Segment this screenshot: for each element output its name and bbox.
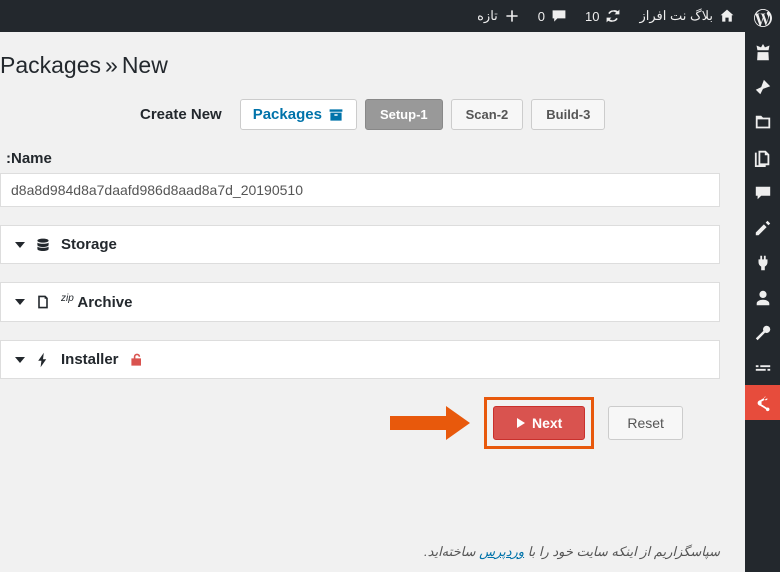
home-link[interactable]: بلاگ نت افراز: [639, 8, 735, 24]
section-archive[interactable]: zip Archive: [0, 282, 720, 322]
next-button[interactable]: Next: [493, 406, 585, 440]
section-storage[interactable]: Storage: [0, 225, 720, 264]
step-scan[interactable]: Scan-2: [451, 99, 524, 130]
reset-button[interactable]: Reset: [608, 406, 683, 440]
users-icon[interactable]: [745, 280, 780, 315]
site-name: بلاگ نت افراز: [639, 8, 713, 24]
wordpress-link[interactable]: وردپرس: [479, 544, 524, 559]
updates-count: 10: [585, 9, 599, 24]
new-link[interactable]: تازه: [477, 8, 520, 24]
step-build[interactable]: Build-3: [531, 99, 605, 130]
name-input[interactable]: d8a8d984d8a7daafd986d8aad8a7d_20190510: [0, 173, 720, 207]
pages-icon[interactable]: [745, 140, 780, 175]
share-icon[interactable]: [745, 385, 780, 420]
play-icon: [516, 418, 526, 428]
archive-icon: [328, 107, 344, 123]
comments-count: 0: [538, 9, 545, 24]
comments-link[interactable]: 0: [538, 8, 567, 24]
name-label: Name: [0, 150, 720, 167]
dashboard-icon[interactable]: [745, 35, 780, 70]
tab-packages[interactable]: Packages: [240, 99, 357, 130]
highlight-box: Next: [484, 397, 594, 449]
create-new-label: Create New: [130, 100, 232, 129]
chevron-down-icon: [15, 242, 25, 248]
bolt-icon: [35, 352, 51, 368]
file-icon: [35, 294, 51, 310]
chevron-down-icon: [15, 299, 25, 305]
wordpress-icon[interactable]: [745, 0, 780, 35]
step-setup[interactable]: Setup-1: [365, 99, 443, 130]
admin-toolbar: بلاگ نت افراز 10 0 تازه: [0, 0, 745, 32]
unlock-icon: [129, 352, 145, 368]
annotation-arrow: [370, 403, 470, 443]
new-label: تازه: [477, 8, 498, 24]
media-icon[interactable]: [745, 105, 780, 140]
tab-row: Create New Packages Setup-1 Scan-2 Build…: [0, 99, 720, 130]
page-content: Packages»New Create New Packages Setup-1…: [0, 32, 745, 572]
database-icon: [35, 237, 51, 253]
footer-credit: سپاسگزاریم از اینکه سایت خود را با وردپر…: [424, 544, 720, 560]
tools-icon[interactable]: [745, 315, 780, 350]
page-title: Packages»New: [0, 52, 720, 79]
comments-icon[interactable]: [745, 175, 780, 210]
updates-link[interactable]: 10: [585, 8, 621, 24]
admin-sidebar: [745, 0, 780, 572]
appearance-icon[interactable]: [745, 210, 780, 245]
section-installer[interactable]: Installer: [0, 340, 720, 379]
plugins-icon[interactable]: [745, 245, 780, 280]
settings-icon[interactable]: [745, 350, 780, 385]
button-row: Next Reset: [0, 397, 720, 449]
chevron-down-icon: [15, 357, 25, 363]
pin-icon[interactable]: [745, 70, 780, 105]
